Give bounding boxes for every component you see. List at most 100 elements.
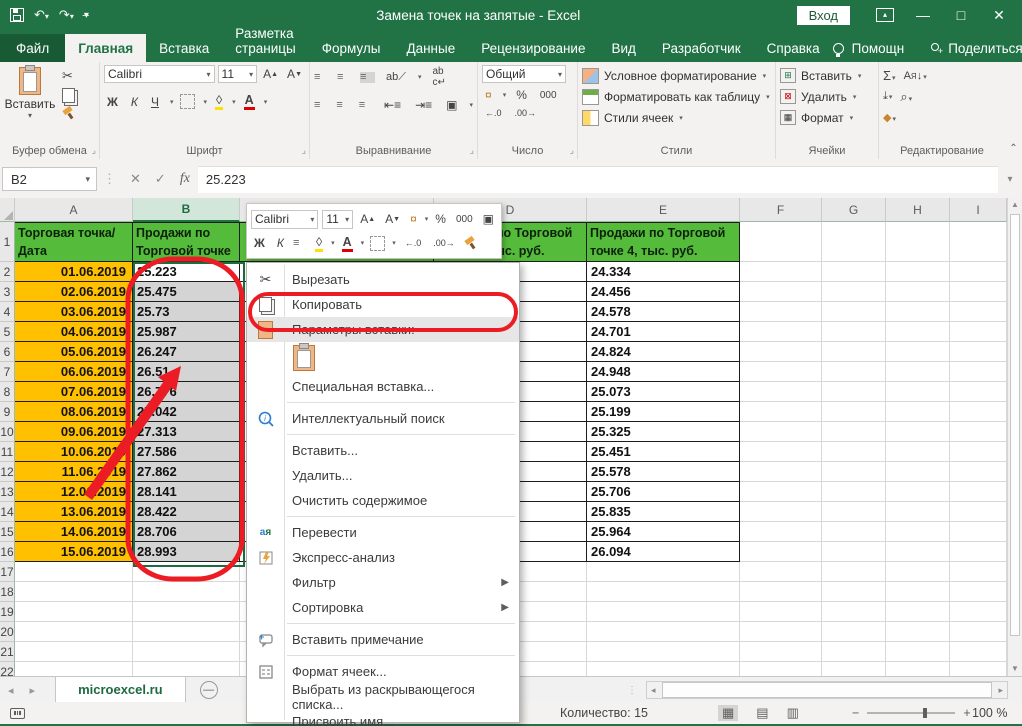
- row-header-13[interactable]: 13: [0, 482, 15, 502]
- row-header-20[interactable]: 20: [0, 622, 15, 642]
- row-header-10[interactable]: 10: [0, 422, 15, 442]
- cell-E2[interactable]: 24.334: [587, 262, 740, 282]
- cell-I20[interactable]: [950, 622, 1007, 642]
- orientation-icon[interactable]: ab⟋: [383, 70, 409, 85]
- cell-I17[interactable]: [950, 562, 1007, 582]
- font-dialog-launcher-icon[interactable]: ⌟: [302, 145, 306, 156]
- fill-icon[interactable]: ⤓▾: [883, 90, 892, 103]
- font-color-icon[interactable]: А: [243, 93, 256, 110]
- cell-E22[interactable]: [587, 662, 740, 676]
- cell-I11[interactable]: [950, 442, 1007, 462]
- copy-icon[interactable]: [62, 88, 75, 103]
- increase-decimal-icon[interactable]: ←.0: [482, 107, 505, 119]
- cell-I19[interactable]: [950, 602, 1007, 622]
- number-format-select[interactable]: Общий ▾: [482, 65, 566, 83]
- mini-decrease-decimal-icon[interactable]: .00→: [430, 237, 458, 249]
- cell-A22[interactable]: [15, 662, 133, 676]
- cell-I9[interactable]: [950, 402, 1007, 422]
- tab-Справка[interactable]: Справка: [754, 34, 833, 62]
- col-header-B[interactable]: B: [133, 198, 240, 222]
- macro-record-icon[interactable]: [10, 707, 25, 719]
- cell-E7[interactable]: 24.948: [587, 362, 740, 382]
- mini-comma-button[interactable]: 000: [453, 213, 476, 226]
- cell-G6[interactable]: [822, 342, 886, 362]
- cell-I13[interactable]: [950, 482, 1007, 502]
- cell-B13[interactable]: 28.141: [133, 482, 240, 502]
- cell-B7[interactable]: 26.51: [133, 362, 240, 382]
- cell-F20[interactable]: [740, 622, 822, 642]
- tab-Данные[interactable]: Данные: [393, 34, 468, 62]
- menu-item-7[interactable]: Удалить...: [247, 463, 519, 488]
- name-box[interactable]: B2 ▾: [2, 167, 97, 191]
- cell-E13[interactable]: 25.706: [587, 482, 740, 502]
- cell-A17[interactable]: [15, 562, 133, 582]
- clear-icon[interactable]: ◆▾: [883, 111, 896, 124]
- alignment-dialog-launcher-icon[interactable]: ⌟: [470, 145, 474, 156]
- scroll-down-icon[interactable]: ▼: [1008, 664, 1022, 673]
- cell-F7[interactable]: [740, 362, 822, 382]
- row-header-14[interactable]: 14: [0, 502, 15, 522]
- borders-icon[interactable]: [180, 94, 196, 109]
- paste-option-icon[interactable]: [293, 343, 315, 371]
- cell-G17[interactable]: [822, 562, 886, 582]
- menu-item-14[interactable]: Формат ячеек...: [247, 659, 519, 684]
- cell-H14[interactable]: [886, 502, 950, 522]
- clipboard-dialog-launcher-icon[interactable]: ⌟: [92, 145, 96, 156]
- cell-E19[interactable]: [587, 602, 740, 622]
- row-header-16[interactable]: 16: [0, 542, 15, 562]
- cell-F6[interactable]: [740, 342, 822, 362]
- row-header-18[interactable]: 18: [0, 582, 15, 602]
- cell-I10[interactable]: [950, 422, 1007, 442]
- menu-item-13[interactable]: + Вставить примечание: [247, 627, 519, 652]
- cell-I14[interactable]: [950, 502, 1007, 522]
- cell-G15[interactable]: [822, 522, 886, 542]
- scroll-up-icon[interactable]: ▲: [1008, 200, 1022, 209]
- undo-icon[interactable]: ↶▾: [34, 7, 49, 23]
- menu-item-5[interactable]: i Интеллектуальный поиск: [247, 406, 519, 431]
- cell-I15[interactable]: [950, 522, 1007, 542]
- format-cells-button[interactable]: ▦ Формат ▾: [780, 107, 874, 128]
- font-name-select[interactable]: Calibri ▾: [104, 65, 215, 83]
- cell-H7[interactable]: [886, 362, 950, 382]
- cell-I1[interactable]: [950, 222, 1007, 262]
- cell-B1[interactable]: Продажи по Торговой точке 1, тыс. руб.: [133, 222, 240, 262]
- row-header-8[interactable]: 8: [0, 382, 15, 402]
- collapse-ribbon-icon[interactable]: ⌃: [1005, 62, 1022, 160]
- delete-cells-button[interactable]: ⊠ Удалить ▾: [780, 86, 874, 107]
- prev-sheet-icon[interactable]: ◂: [0, 684, 22, 697]
- cell-F4[interactable]: [740, 302, 822, 322]
- paste-button[interactable]: Вставить ▾: [4, 65, 56, 120]
- cell-I4[interactable]: [950, 302, 1007, 322]
- normal-view-icon[interactable]: ▦: [718, 705, 739, 721]
- tab-Разработчик[interactable]: Разработчик: [649, 34, 754, 62]
- fill-color-icon[interactable]: ◊: [214, 93, 224, 110]
- percent-style-button[interactable]: %: [513, 87, 530, 103]
- row-header-4[interactable]: 4: [0, 302, 15, 322]
- cell-G13[interactable]: [822, 482, 886, 502]
- mini-shrink-font-icon[interactable]: А ▼: [382, 211, 403, 227]
- cell-F3[interactable]: [740, 282, 822, 302]
- cell-H1[interactable]: [886, 222, 950, 262]
- mini-font-name-select[interactable]: Calibri ▾: [251, 209, 319, 229]
- tab-Главная[interactable]: Главная: [65, 34, 147, 62]
- cell-B12[interactable]: 27.862: [133, 462, 240, 482]
- cell-A1[interactable]: Торговая точка/ Дата: [15, 222, 133, 262]
- menu-item-4[interactable]: Специальная вставка...: [247, 374, 519, 399]
- cell-A14[interactable]: 13.06.2019: [15, 502, 133, 522]
- tab-Вид[interactable]: Вид: [598, 34, 648, 62]
- cell-F22[interactable]: [740, 662, 822, 676]
- cell-A21[interactable]: [15, 642, 133, 662]
- cell-F16[interactable]: [740, 542, 822, 562]
- cell-I5[interactable]: [950, 322, 1007, 342]
- tab-Рецензирование[interactable]: Рецензирование: [468, 34, 598, 62]
- cell-H16[interactable]: [886, 542, 950, 562]
- row-header-11[interactable]: 11: [0, 442, 15, 462]
- cell-F17[interactable]: [740, 562, 822, 582]
- row-header-17[interactable]: 17: [0, 562, 15, 582]
- row-header-15[interactable]: 15: [0, 522, 15, 542]
- cell-B10[interactable]: 27.313: [133, 422, 240, 442]
- col-header-G[interactable]: G: [822, 198, 886, 222]
- cell-G19[interactable]: [822, 602, 886, 622]
- comma-style-button[interactable]: 000: [537, 89, 560, 102]
- select-all-corner[interactable]: [0, 198, 15, 222]
